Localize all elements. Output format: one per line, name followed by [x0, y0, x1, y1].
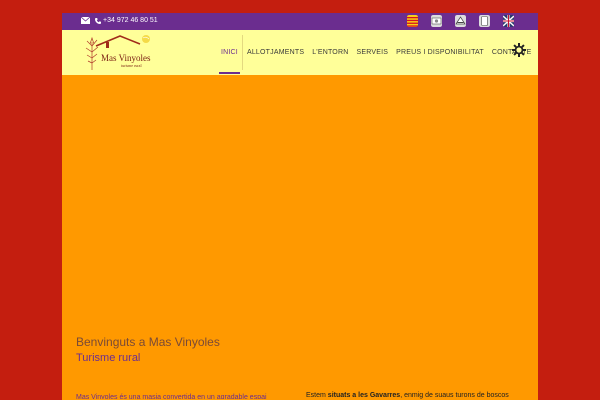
- nav-item-allotjaments[interactable]: ALLOTJAMENTS: [243, 30, 308, 75]
- top-bar: +34 972 46 80 51: [62, 13, 538, 30]
- site-header: Mas Vinyoles turisme rural INICI ALLOTJA…: [62, 30, 538, 75]
- logo-subtitle: turisme rural: [121, 63, 142, 68]
- nav-item-serveis[interactable]: SERVEIS: [352, 30, 392, 75]
- logo-title: Mas Vinyoles: [101, 53, 151, 63]
- nav-item-preus[interactable]: PREUS I DISPONIBILITAT: [392, 30, 488, 75]
- gear-icon[interactable]: [512, 43, 526, 57]
- page-frame: +34 972 46 80 51 Mas Vinyoles turisme ru…: [62, 13, 538, 400]
- catalan-flag-icon[interactable]: [407, 15, 418, 27]
- nav-item-inici[interactable]: INICI: [217, 30, 242, 75]
- language-selector: [407, 15, 514, 27]
- intro-paragraph-left: Mas Vinyoles és una masia convertida en …: [76, 394, 267, 399]
- german-flag-icon[interactable]: [479, 15, 490, 27]
- intro-paragraph-right: Estem situats a les Gavarres, enmig de s…: [306, 391, 538, 400]
- phone-contact[interactable]: +34 972 46 80 51: [95, 16, 158, 26]
- intro-text-bold: situats a les Gavarres: [327, 392, 401, 399]
- intro-text-pre: Estem: [306, 392, 328, 399]
- welcome-heading: Benvinguts a Mas Vinyoles: [76, 335, 220, 349]
- welcome-subtitle: Turisme rural: [76, 352, 141, 364]
- mail-icon[interactable]: [81, 17, 90, 24]
- phone-icon: [95, 18, 101, 24]
- phone-number: +34 972 46 80 51: [103, 17, 158, 24]
- logo-tree: [85, 36, 99, 70]
- mas-vinyoles-logo[interactable]: Mas Vinyoles turisme rural: [84, 32, 159, 72]
- nav-item-entorn[interactable]: L'ENTORN: [308, 30, 352, 75]
- spanish-flag-icon[interactable]: [431, 15, 442, 27]
- main-navigation: INICI ALLOTJAMENTS L'ENTORN SERVEIS PREU…: [217, 30, 535, 75]
- uk-flag-icon[interactable]: [503, 15, 514, 27]
- french-flag-icon[interactable]: [455, 15, 466, 27]
- intro-text-post: , enmig de suaus turons de boscos: [400, 392, 509, 399]
